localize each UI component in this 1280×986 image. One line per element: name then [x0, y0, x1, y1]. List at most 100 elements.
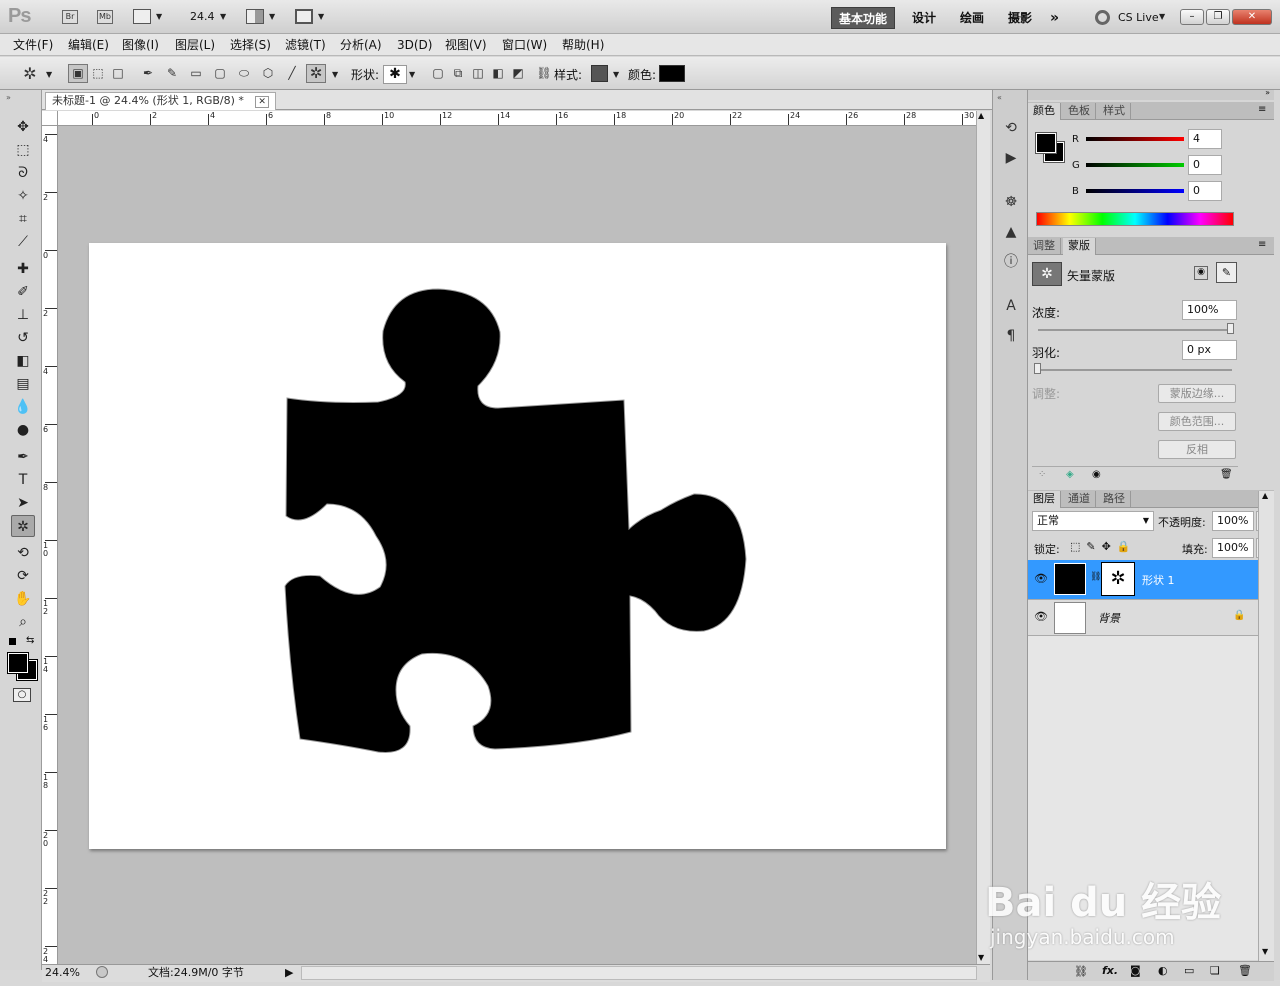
default-colors-icon[interactable] [9, 638, 16, 645]
close-tab-icon[interactable]: ✕ [255, 96, 269, 108]
dodge-tool-icon[interactable]: ● [11, 419, 35, 441]
style-swatch[interactable] [591, 65, 608, 82]
status-menu-arrow-icon[interactable]: ▶ [285, 965, 293, 981]
menu-3d[interactable]: 3D(D) [397, 37, 432, 53]
chevron-down-icon[interactable]: ▼ [1159, 12, 1165, 21]
new-shape-layer-icon[interactable]: ▢ [428, 64, 448, 83]
intersect-shape-icon[interactable]: ◧ [488, 64, 508, 83]
brush-tool-icon[interactable]: ✐ [11, 281, 35, 303]
layer-style-fx-icon[interactable]: fx. [1102, 964, 1118, 977]
eraser-icon[interactable]: ◧ [11, 350, 35, 372]
g-input[interactable]: 0 [1188, 155, 1222, 175]
swap-colors-icon[interactable]: ⇆ [26, 635, 34, 646]
tab-masks[interactable]: 蒙版 [1063, 238, 1096, 255]
navigator-panel-icon[interactable]: ☸ [1001, 192, 1021, 212]
hand-tool-icon[interactable]: ✋ [11, 588, 35, 610]
status-zoom[interactable]: 24.4% [45, 965, 80, 981]
scroll-up-icon[interactable]: ▲ [978, 111, 984, 120]
restore-button[interactable]: ❐ [1206, 9, 1230, 25]
magic-wand-icon[interactable]: ✧ [11, 185, 35, 207]
bridge-button[interactable]: Br [62, 10, 78, 24]
blur-tool-icon[interactable]: 💧 [11, 396, 35, 418]
line-icon[interactable]: ╱ [282, 64, 302, 83]
polygon-icon[interactable]: ⬡ [258, 64, 278, 83]
ruler-origin[interactable] [42, 111, 58, 126]
menu-layer[interactable]: 图层(L) [175, 37, 215, 53]
density-slider[interactable] [1038, 329, 1232, 331]
paragraph-panel-icon[interactable]: ¶ [1001, 326, 1021, 346]
color-fg-swatch[interactable] [1035, 132, 1057, 154]
menu-edit[interactable]: 编辑(E) [68, 37, 109, 53]
adjustment-layer-icon[interactable]: ◐ [1158, 964, 1168, 977]
history-brush-icon[interactable]: ↺ [11, 327, 35, 349]
zoom-tool-icon[interactable]: ⌕ [11, 611, 35, 633]
scroll-down-icon[interactable]: ▼ [978, 953, 984, 962]
load-selection-icon[interactable]: ⁘ [1038, 469, 1046, 480]
lasso-tool-icon[interactable]: ᘐ [11, 162, 35, 184]
type-tool-icon[interactable]: T [11, 469, 35, 491]
chevron-down-icon[interactable]: ▼ [332, 70, 338, 79]
color-range-button[interactable]: 颜色范围... [1158, 412, 1236, 431]
exclude-shape-icon[interactable]: ◩ [508, 64, 528, 83]
clone-stamp-icon[interactable]: ⊥ [11, 304, 35, 326]
r-slider[interactable] [1086, 137, 1184, 141]
density-input[interactable]: 100% [1182, 300, 1237, 320]
lock-icons[interactable]: ⬚✎✥🔒 [1070, 540, 1137, 553]
layer-row-background[interactable]: 👁 背景 🔒 [1028, 600, 1258, 636]
feather-input[interactable]: 0 px [1182, 340, 1237, 360]
arrange-documents-icon[interactable] [246, 9, 264, 24]
chevron-down-icon[interactable]: ▼ [46, 70, 52, 79]
scroll-down-icon[interactable]: ▼ [1262, 947, 1268, 956]
blend-mode-select[interactable]: 正常 ▼ [1032, 511, 1154, 531]
g-slider[interactable] [1086, 163, 1184, 167]
canvas-area[interactable] [58, 126, 976, 964]
histogram-panel-icon[interactable]: ▲ [1001, 222, 1021, 242]
menu-window[interactable]: 窗口(W) [502, 37, 547, 53]
eyedropper-icon[interactable]: ⟋ [11, 231, 35, 253]
tab-paths[interactable]: 路径 [1098, 491, 1131, 508]
toggle-visibility-eye-icon[interactable]: ◉ [1092, 469, 1101, 480]
freeform-pen-icon[interactable]: ✎ [162, 64, 182, 83]
view-extras-icon[interactable] [133, 9, 151, 24]
gradient-tool-icon[interactable]: ▤ [11, 373, 35, 395]
tab-swatches[interactable]: 色板 [1063, 103, 1096, 120]
cs-live-icon[interactable] [1095, 10, 1110, 25]
workspace-more-icon[interactable]: » [1043, 7, 1066, 29]
menu-help[interactable]: 帮助(H) [562, 37, 604, 53]
custom-shape-tool-icon[interactable]: ✲ [11, 515, 35, 537]
menu-image[interactable]: 图像(I) [122, 37, 159, 53]
history-panel-icon[interactable]: ⟲ [1001, 118, 1021, 138]
pen-tool-icon[interactable]: ✒ [138, 64, 158, 83]
feather-slider-thumb[interactable] [1034, 363, 1041, 374]
layer-visibility-eye-icon[interactable]: 👁 [1034, 610, 1048, 623]
puzzle-piece-shape[interactable] [58, 126, 976, 964]
pixel-mask-icon[interactable]: ◉ [1194, 266, 1208, 280]
cs-live-label[interactable]: CS Live [1118, 11, 1159, 24]
delete-layer-icon[interactable]: 🗑 [1238, 964, 1252, 977]
opacity-input[interactable]: 100% [1212, 511, 1254, 531]
healing-brush-icon[interactable]: ✚ [11, 258, 35, 280]
workspace-design[interactable]: 设计 [905, 7, 943, 29]
trash-icon[interactable]: 🗑 [1220, 469, 1233, 480]
fill-pixels-mode-icon[interactable]: □ [108, 64, 128, 83]
chevron-down-icon[interactable]: ▼ [220, 12, 226, 21]
subtract-shape-icon[interactable]: ◫ [468, 64, 488, 83]
panel-menu-icon[interactable]: ≡ [1258, 104, 1266, 115]
vertical-scrollbar[interactable]: ▲ ▼ [976, 111, 990, 964]
panel-menu-icon[interactable]: ≡ [1258, 239, 1266, 250]
fill-input[interactable]: 100% [1212, 538, 1254, 558]
zoom-level-field[interactable]: 24.4 [190, 10, 215, 23]
link-layers-icon[interactable]: ⛓ [1074, 965, 1088, 978]
horizontal-scrollbar[interactable] [301, 966, 977, 980]
chevron-down-icon[interactable]: ▼ [613, 70, 619, 79]
menu-select[interactable]: 选择(S) [230, 37, 271, 53]
workspace-painting[interactable]: 绘画 [953, 7, 991, 29]
workspace-essentials[interactable]: 基本功能 [831, 7, 896, 29]
status-icon[interactable] [96, 966, 108, 978]
rounded-rectangle-icon[interactable]: ▢ [210, 64, 230, 83]
info-panel-icon[interactable]: ⓘ [1001, 252, 1021, 272]
shape-layers-mode-icon[interactable]: ▣ [68, 64, 88, 83]
layer-visibility-eye-icon[interactable]: 👁 [1034, 572, 1048, 585]
screen-mode-icon[interactable] [295, 9, 313, 24]
scroll-up-icon[interactable]: ▲ [1262, 491, 1268, 500]
